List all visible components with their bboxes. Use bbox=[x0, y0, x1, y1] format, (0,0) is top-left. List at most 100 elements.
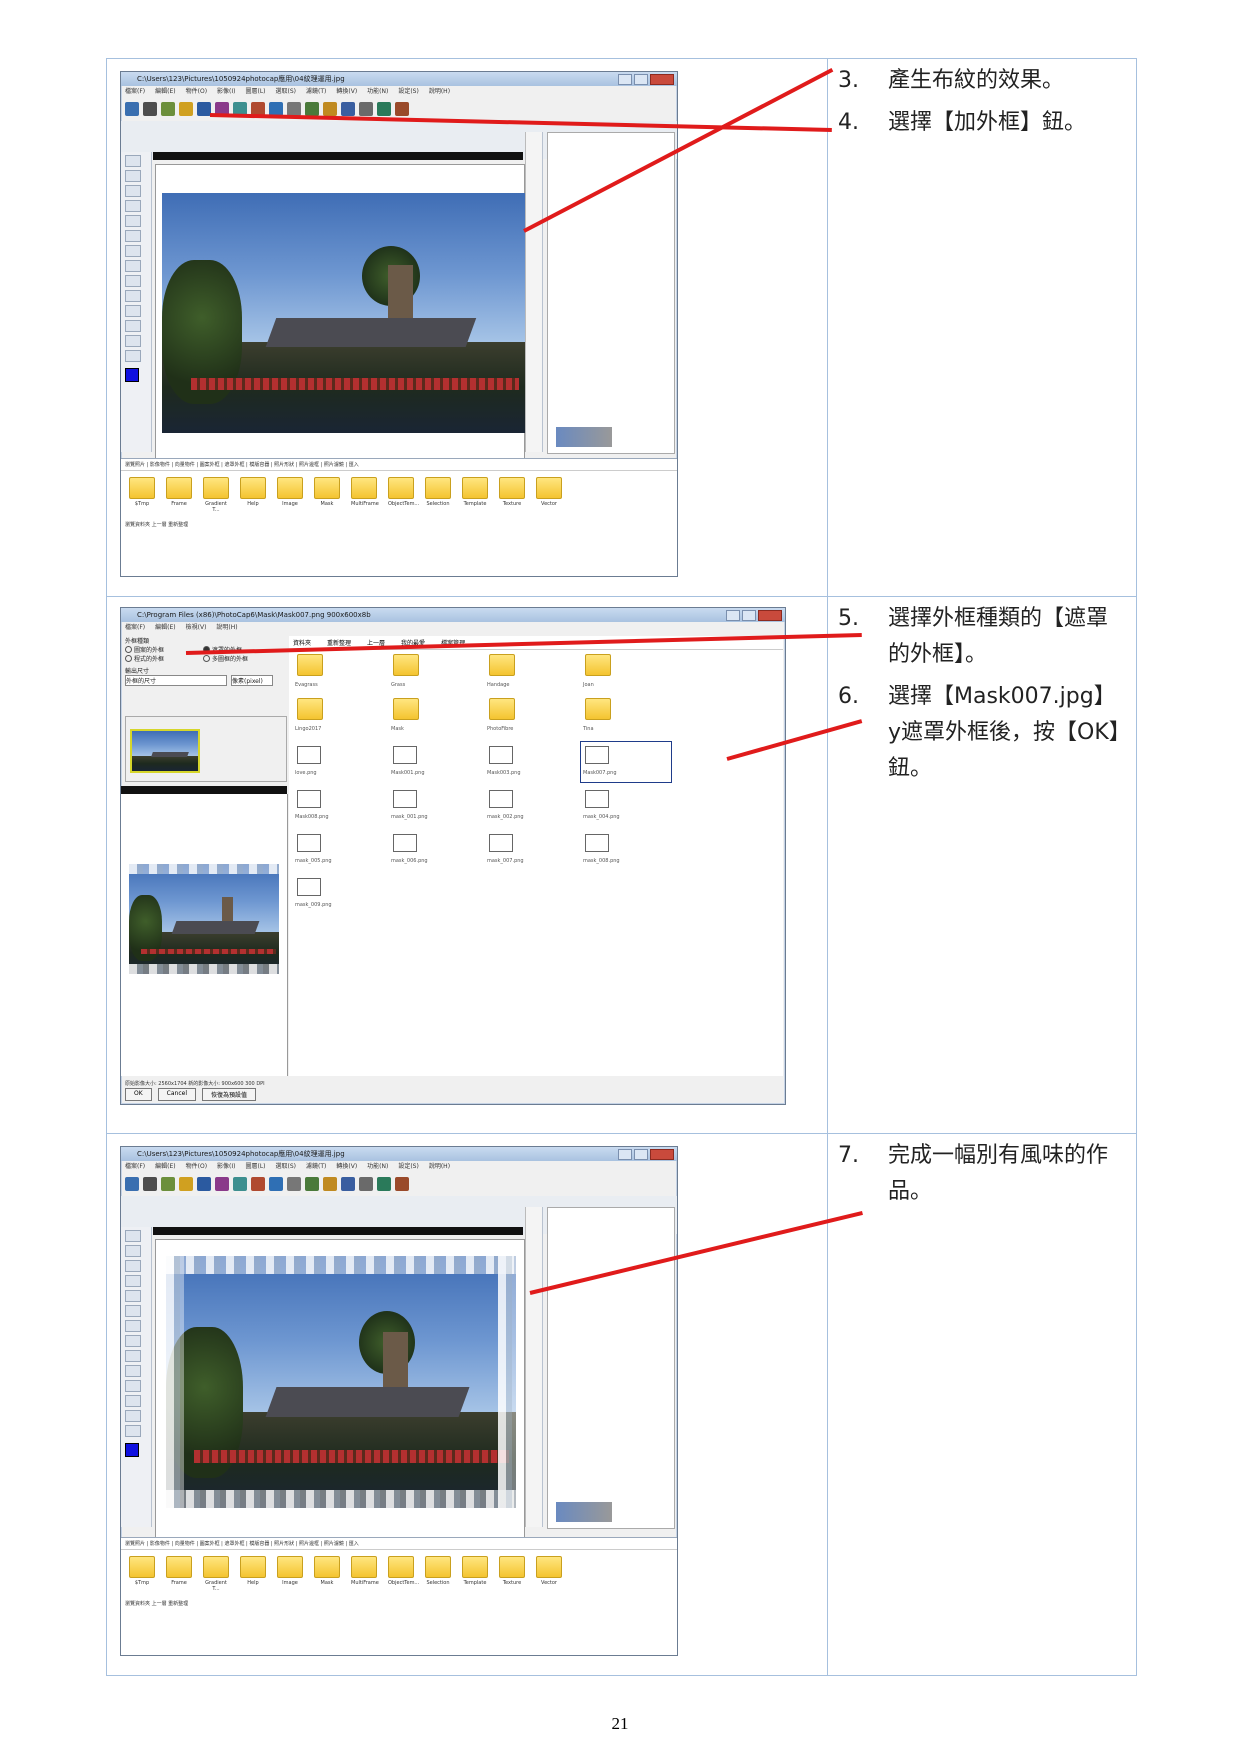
tool-icon[interactable] bbox=[125, 245, 141, 257]
file-item[interactable]: mask_005.png bbox=[293, 830, 383, 870]
menu-item[interactable]: 檔案(F) bbox=[125, 622, 145, 633]
file-item[interactable]: mask_001.png bbox=[389, 786, 479, 826]
frame-type-radio[interactable]: 多圖框的外框 bbox=[203, 654, 273, 663]
folder-item[interactable]: Gradient T... bbox=[203, 477, 229, 513]
folder-item[interactable]: ObjectTem... bbox=[388, 477, 419, 513]
selected-file-mask007[interactable]: Mask007.png bbox=[580, 741, 672, 783]
frame-type-radio[interactable]: 程式的外框 bbox=[125, 654, 195, 663]
menu-item[interactable]: 濾鏡(T) bbox=[306, 86, 326, 97]
folder-item[interactable]: Frame bbox=[166, 1556, 192, 1592]
menu-item[interactable]: 影像(I) bbox=[217, 1161, 235, 1172]
tool-icon[interactable] bbox=[125, 200, 141, 212]
menu-item[interactable]: 編輯(E) bbox=[155, 622, 175, 633]
color-swatch-icon[interactable] bbox=[125, 1443, 139, 1457]
folder-item[interactable]: MultiFrame bbox=[351, 1556, 379, 1592]
menu-item[interactable]: 圖層(L) bbox=[245, 86, 265, 97]
folder-item[interactable]: MultiFrame bbox=[351, 477, 379, 513]
file-item[interactable]: mask_008.png bbox=[581, 830, 671, 870]
folder-item[interactable]: Mask bbox=[314, 1556, 340, 1592]
toolbar-button-icon[interactable] bbox=[377, 1177, 391, 1191]
file-item[interactable]: love.png bbox=[293, 742, 383, 782]
toolbar-button-icon[interactable] bbox=[359, 1177, 373, 1191]
file-item[interactable]: mask_006.png bbox=[389, 830, 479, 870]
menu-item[interactable]: 物件(O) bbox=[186, 86, 207, 97]
layer-thumbnail[interactable] bbox=[556, 427, 612, 447]
tool-icon[interactable] bbox=[125, 305, 141, 317]
toolbar-button-icon[interactable] bbox=[287, 1177, 301, 1191]
minimize-icon[interactable] bbox=[618, 74, 632, 85]
frame-type-radio[interactable]: 圖案的外框 bbox=[125, 645, 195, 654]
toolbar-button-icon[interactable] bbox=[269, 1177, 283, 1191]
file-item[interactable]: mask_007.png bbox=[485, 830, 575, 870]
menu-item[interactable]: 檔案(F) bbox=[125, 86, 145, 97]
menu-item[interactable]: 說明(H) bbox=[429, 86, 450, 97]
tool-icon[interactable] bbox=[125, 1395, 141, 1407]
toolbar-button-icon[interactable] bbox=[197, 1177, 211, 1191]
toolbar-button-icon[interactable] bbox=[215, 1177, 229, 1191]
folder-item[interactable]: Selection bbox=[425, 1556, 451, 1592]
toolbar-button-icon[interactable] bbox=[323, 1177, 337, 1191]
cancel-button[interactable]: Cancel bbox=[157, 1088, 196, 1101]
toolbar-button-icon[interactable] bbox=[143, 1177, 157, 1191]
menu-item[interactable]: 選取(S) bbox=[276, 86, 297, 97]
menu-item[interactable]: 說明(H) bbox=[429, 1161, 450, 1172]
tool-icon[interactable] bbox=[125, 290, 141, 302]
folder-item[interactable]: Gradient T... bbox=[203, 1556, 229, 1592]
folder-item[interactable]: Vector bbox=[536, 1556, 562, 1592]
minimize-icon[interactable] bbox=[618, 1149, 632, 1160]
toolbar-button-icon[interactable] bbox=[251, 1177, 265, 1191]
folder-item[interactable]: Help bbox=[240, 477, 266, 513]
radio-icon[interactable] bbox=[125, 646, 132, 653]
toolbar-button-icon[interactable] bbox=[161, 1177, 175, 1191]
folder-item[interactable]: Mask bbox=[314, 477, 340, 513]
reset-defaults-button[interactable]: 恢復為預設值 bbox=[202, 1088, 257, 1101]
folder-item[interactable]: Template bbox=[462, 477, 488, 513]
toolbar-button-icon[interactable] bbox=[305, 102, 319, 116]
tool-icon[interactable] bbox=[125, 1245, 141, 1257]
ok-button[interactable]: OK bbox=[125, 1088, 152, 1101]
toolbar-button-icon[interactable] bbox=[161, 102, 175, 116]
tool-icon[interactable] bbox=[125, 275, 141, 287]
tool-icon[interactable] bbox=[125, 1350, 141, 1362]
tool-icon[interactable] bbox=[125, 260, 141, 272]
folder-item[interactable]: $Tmp bbox=[129, 1556, 155, 1592]
canvas-3[interactable] bbox=[155, 1239, 525, 1539]
toolbar-button-icon[interactable] bbox=[125, 102, 139, 116]
menu-item[interactable]: 設定(S) bbox=[398, 86, 419, 97]
menu-item[interactable]: 影像(I) bbox=[217, 86, 235, 97]
folder-item[interactable]: Vector bbox=[536, 477, 562, 513]
color-swatch-icon[interactable] bbox=[125, 368, 139, 382]
canvas-1[interactable] bbox=[155, 164, 526, 459]
toolbar-button-icon[interactable] bbox=[125, 1177, 139, 1191]
folder-item[interactable]: Template bbox=[462, 1556, 488, 1592]
toolbar-button-icon[interactable] bbox=[143, 102, 157, 116]
menu-item[interactable]: 檢視(V) bbox=[186, 622, 207, 633]
menu-item[interactable]: 編輯(E) bbox=[155, 86, 175, 97]
preview-thumbnail[interactable] bbox=[130, 729, 200, 773]
file-item[interactable]: Mask001.png bbox=[389, 742, 479, 782]
menu-item[interactable]: 編輯(E) bbox=[155, 1161, 175, 1172]
minimize-icon[interactable] bbox=[726, 610, 740, 621]
folder-item[interactable]: Help bbox=[240, 1556, 266, 1592]
menu-item[interactable]: 功能(N) bbox=[367, 86, 388, 97]
unit-select[interactable]: 像素(pixel) bbox=[231, 675, 273, 686]
toolbar-button-icon[interactable] bbox=[395, 102, 409, 116]
tool-icon[interactable] bbox=[125, 335, 141, 347]
toolbar-button-icon[interactable] bbox=[341, 1177, 355, 1191]
tool-icon[interactable] bbox=[125, 320, 141, 332]
file-item[interactable]: Tina bbox=[581, 698, 671, 738]
menu-item[interactable]: 濾鏡(T) bbox=[306, 1161, 326, 1172]
file-item[interactable]: Handage bbox=[485, 654, 575, 694]
file-item[interactable]: mask_002.png bbox=[485, 786, 575, 826]
menu-item[interactable]: 設定(S) bbox=[398, 1161, 419, 1172]
radio-icon[interactable] bbox=[125, 655, 132, 662]
file-item[interactable]: Mask008.png bbox=[293, 786, 383, 826]
radio-icon[interactable] bbox=[203, 655, 210, 662]
folder-item[interactable]: ObjectTem... bbox=[388, 1556, 419, 1592]
folder-item[interactable]: $Tmp bbox=[129, 477, 155, 513]
file-item[interactable]: mask_004.png bbox=[581, 786, 671, 826]
file-item[interactable]: Joan bbox=[581, 654, 671, 694]
menu-item[interactable]: 圖層(L) bbox=[245, 1161, 265, 1172]
tool-icon[interactable] bbox=[125, 1275, 141, 1287]
file-item[interactable]: mask_009.png bbox=[293, 874, 383, 914]
